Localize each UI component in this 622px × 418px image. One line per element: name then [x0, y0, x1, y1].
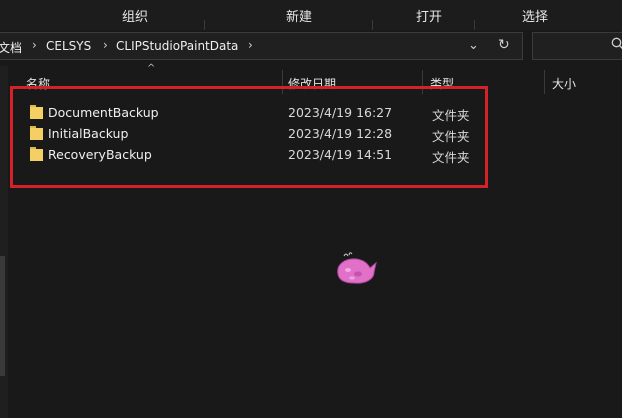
ribbon-new[interactable]: 新建: [286, 6, 312, 25]
chevron-right-icon[interactable]: ›: [32, 38, 37, 52]
ribbon-divider: [204, 20, 205, 30]
chevron-right-icon[interactable]: ›: [103, 38, 108, 52]
search-icon[interactable]: [611, 37, 622, 55]
chevron-down-icon[interactable]: ⌄: [468, 38, 479, 53]
breadcrumb-celsys[interactable]: CELSYS: [46, 39, 91, 53]
chevron-right-icon[interactable]: ›: [248, 38, 253, 52]
ribbon-organize[interactable]: 组织: [122, 6, 148, 25]
ribbon-select[interactable]: 选择: [522, 6, 548, 25]
breadcrumb-clipstudiopaintdata[interactable]: CLIPStudioPaintData: [116, 39, 238, 53]
column-header-size[interactable]: 大小: [552, 66, 612, 94]
column-divider[interactable]: [544, 70, 545, 94]
command-ribbon: 组织 新建 打开 选择: [0, 0, 622, 30]
ribbon-divider: [474, 20, 475, 30]
ribbon-open[interactable]: 打开: [416, 6, 442, 25]
address-row: 文档 › CELSYS › CLIPStudioPaintData › ⌄ ↻: [0, 30, 622, 66]
file-explorer-window: 组织 新建 打开 选择 文档 › CELSYS › CLIPStudioPain…: [0, 0, 622, 418]
search-input[interactable]: [532, 32, 622, 60]
refresh-icon[interactable]: ↻: [498, 37, 510, 53]
pink-blob-sticker: [334, 250, 380, 288]
annotation-highlight-box: [10, 86, 488, 188]
navigation-scrollbar[interactable]: [0, 256, 5, 376]
navigation-pane[interactable]: [0, 66, 8, 418]
address-bar[interactable]: 文档 › CELSYS › CLIPStudioPaintData › ⌄ ↻: [0, 32, 523, 60]
breadcrumb-documents[interactable]: 文档: [0, 39, 22, 56]
ribbon-divider: [372, 20, 373, 30]
